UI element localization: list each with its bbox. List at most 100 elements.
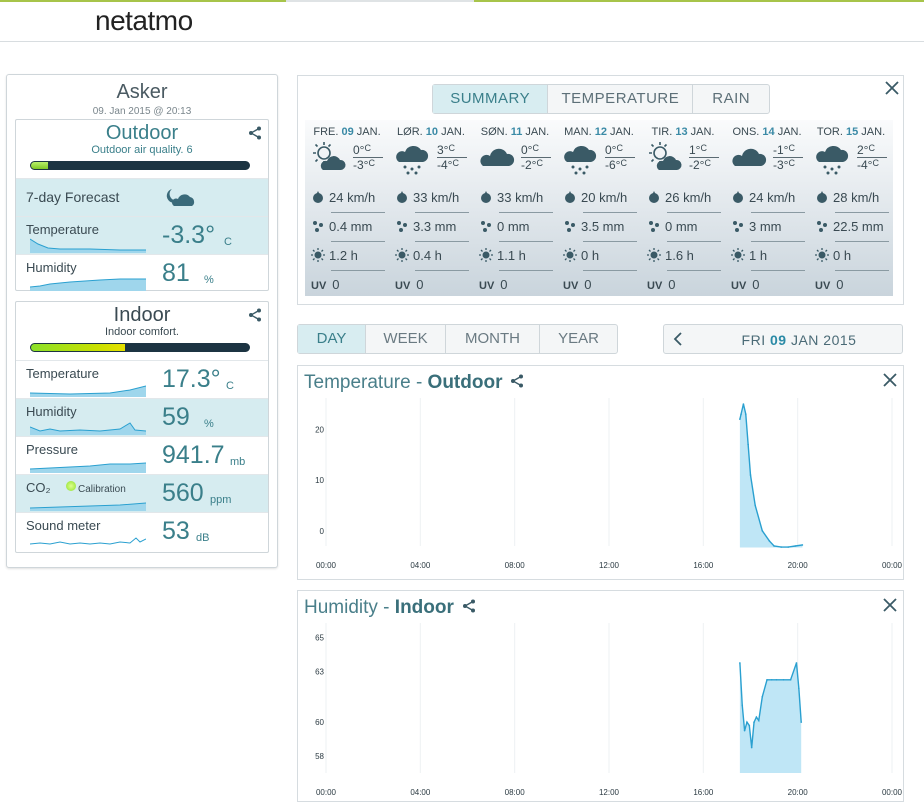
uv-index: UV 0: [395, 277, 424, 292]
wind-speed: 24 km/h: [731, 190, 811, 208]
divider: [751, 241, 805, 242]
data-point: [775, 679, 778, 681]
share-icon[interactable]: [462, 599, 476, 613]
forecast-day[interactable]: LØR. 10 JAN. 3°C -4°C 33 km/h 3.3 mm 0.4 h UV 0: [389, 120, 473, 296]
sun-hours: 1.6 h: [647, 248, 727, 266]
divider: [751, 270, 805, 271]
row-unit: mb: [230, 456, 246, 468]
temperature-plot[interactable]: 00:00 04:00 08:00 12:00 16:00 20:00 00:00 0 10 20: [298, 366, 903, 579]
data-point: [761, 695, 764, 698]
chevron-left-icon[interactable]: [670, 331, 686, 347]
indoor-module: Indoor Indoor comfort. Temperature 17.3°…: [15, 301, 269, 553]
calibration-status-dot: [66, 481, 76, 491]
period-year[interactable]: YEAR: [540, 325, 617, 353]
co2-row[interactable]: CO₂ Calibration 560 ppm: [16, 474, 268, 512]
humidity-chart: 00:00 04:00 08:00 12:00 16:00 20:00 00:00 58 60 6…: [297, 590, 904, 802]
uv-index: UV 0: [815, 277, 844, 292]
cloud-snow-icon: [396, 145, 429, 175]
divider: [667, 270, 721, 271]
y-tick-label: 65: [315, 633, 324, 642]
share-icon[interactable]: [510, 374, 524, 388]
sun-hours: 1 h: [731, 248, 811, 266]
wind-icon: [733, 191, 743, 203]
wind-icon: [397, 191, 407, 203]
chart-title-prefix: Temperature -: [304, 372, 428, 393]
rain-icon: [481, 221, 491, 232]
indoor-humidity-row[interactable]: Humidity 59 %: [16, 398, 268, 436]
x-tick-label: 00:00: [316, 788, 337, 797]
wind-icon: [817, 191, 827, 203]
outdoor-subtitle: Outdoor air quality. 6: [91, 144, 193, 156]
sun-hours: 0.4 h: [395, 248, 475, 266]
rain-amount: 0 mm: [647, 219, 727, 237]
row-value: 59: [162, 403, 190, 431]
top-accent-line: [0, 0, 286, 2]
cloud-snow-icon: [816, 145, 849, 175]
air-quality-bar-fill: [31, 162, 49, 169]
forecast-day[interactable]: ONS. 14 JAN. -1°C -3°C 24 km/h 3 mm 1 h UV 0: [725, 120, 809, 296]
divider: [835, 270, 889, 271]
forecast-day[interactable]: MAN. 12 JAN. 0°C -6°C 20 km/h 3.5 mm 0 h UV 0: [557, 120, 641, 296]
period-week[interactable]: WEEK: [366, 325, 446, 353]
indoor-temperature-row[interactable]: Temperature 17.3° C: [16, 360, 268, 398]
uv-index: UV 0: [311, 277, 340, 292]
forecast-panel: SUMMARY TEMPERATURE RAIN FRE. 09 JAN. 0°C…: [297, 75, 904, 305]
divider: [331, 270, 385, 271]
divider: [331, 241, 385, 242]
data-point: [782, 679, 785, 681]
forecast-day[interactable]: TIR. 13 JAN. 1°C -2°C 26 km/h 0 mm 1.6 h UV 0: [641, 120, 725, 296]
tab-summary[interactable]: SUMMARY: [433, 85, 549, 113]
sound-row[interactable]: Sound meter 53 dB: [16, 512, 268, 550]
forecast-day[interactable]: SØN. 11 JAN. 0°C -2°C 33 km/h 0 mm 1.1 h UV 0: [473, 120, 557, 296]
outdoor-title: Outdoor: [105, 122, 179, 144]
share-icon[interactable]: [248, 308, 262, 322]
temp-max: 0°C: [605, 143, 623, 157]
forecast-day[interactable]: FRE. 09 JAN. 0°C -3°C 24 km/h 0.4 mm 1.2 h UV 0: [305, 120, 389, 296]
day-header: LØR. 10 JAN.: [397, 126, 465, 138]
x-tick-label: 08:00: [505, 561, 526, 570]
row-label: Pressure: [26, 442, 79, 457]
tab-rain[interactable]: RAIN: [693, 85, 769, 113]
divider: [667, 241, 721, 242]
wind-icon: [313, 191, 323, 203]
humidity-plot[interactable]: 00:00 04:00 08:00 12:00 16:00 20:00 00:00 58 60 6…: [298, 591, 903, 801]
row-unit: C: [226, 380, 234, 392]
wind-speed: 24 km/h: [311, 190, 391, 208]
y-tick-label: 58: [315, 752, 324, 761]
outdoor-temperature-row[interactable]: Temperature -3.3° C: [16, 216, 268, 254]
row-value: 560: [162, 479, 204, 507]
wind-icon: [649, 191, 659, 203]
temp-min: -4°C: [857, 158, 879, 172]
period-month[interactable]: MONTH: [446, 325, 540, 353]
data-point: [744, 413, 747, 415]
data-point: [773, 545, 775, 547]
y-tick-label: 63: [315, 667, 324, 676]
netatmo-logo[interactable]: netatmo: [95, 5, 193, 37]
sun-icon: [647, 248, 661, 262]
sun-hours: 0 h: [563, 248, 643, 266]
chart-title-strong: Indoor: [394, 597, 454, 618]
data-point: [746, 721, 748, 723]
wind-speed: 33 km/h: [395, 190, 475, 208]
share-icon[interactable]: [248, 126, 262, 140]
pressure-row[interactable]: Pressure 941.7 mb: [16, 436, 268, 474]
divider: [499, 241, 553, 242]
period-day[interactable]: DAY: [298, 325, 366, 353]
chart-title-strong: Outdoor: [427, 372, 503, 393]
x-tick-label: 04:00: [410, 788, 431, 797]
wind-speed: 28 km/h: [815, 190, 895, 208]
close-icon[interactable]: [882, 372, 898, 388]
tab-temperature[interactable]: TEMPERATURE: [548, 85, 694, 113]
close-icon[interactable]: [884, 80, 900, 96]
rain-amount: 0 mm: [479, 219, 559, 237]
divider: [751, 212, 805, 213]
day-header: ONS. 14 JAN.: [732, 126, 802, 138]
forecast-row[interactable]: 7-day Forecast: [16, 178, 268, 216]
outdoor-humidity-row[interactable]: Humidity 81 %: [16, 254, 268, 292]
row-value: 81: [162, 259, 190, 287]
pressure-sparkline: [30, 462, 146, 473]
close-icon[interactable]: [882, 597, 898, 613]
indoor-comfort-bar-fill: [31, 344, 125, 351]
data-point: [761, 529, 764, 532]
forecast-day[interactable]: TOR. 15 JAN. 2°C -4°C 28 km/h 22.5 mm 0 h UV 0: [809, 120, 893, 296]
